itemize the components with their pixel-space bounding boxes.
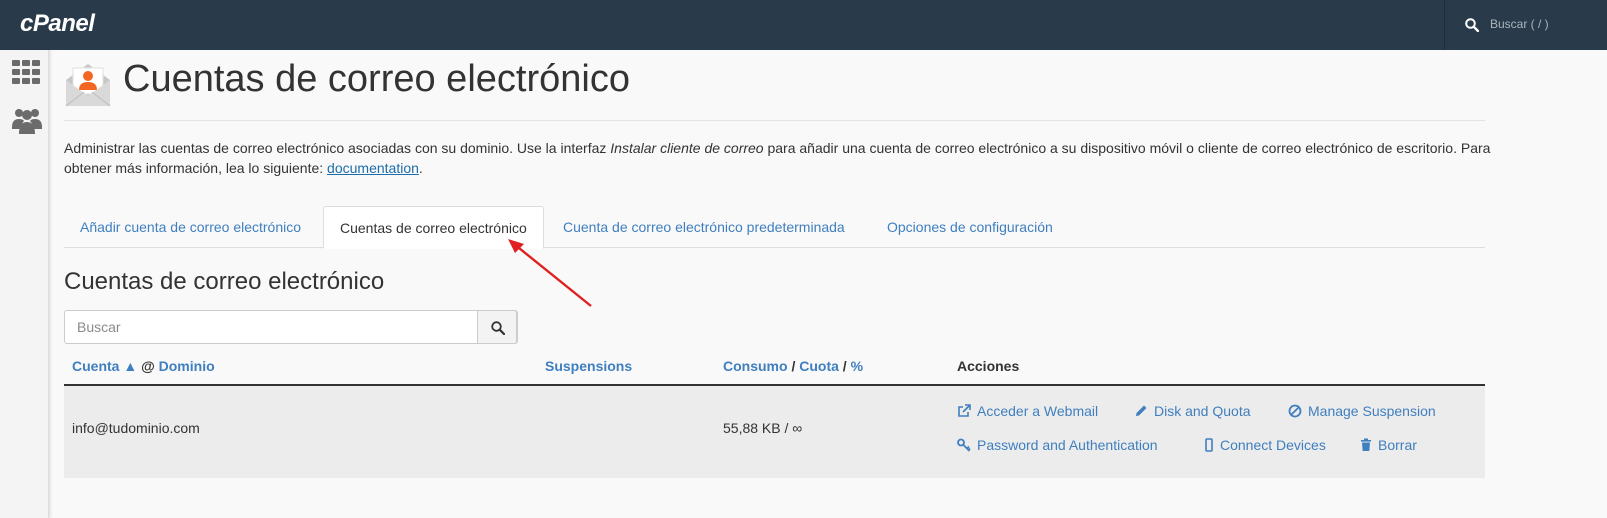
sort-account-link[interactable]: Cuenta	[72, 358, 119, 374]
description-end: .	[418, 160, 423, 176]
mobile-device-icon	[1205, 438, 1213, 452]
access-webmail-label: Acceder a Webmail	[977, 403, 1099, 419]
connect-devices-label: Connect Devices	[1220, 437, 1326, 453]
pencil-icon	[1136, 405, 1147, 416]
account-search	[64, 310, 518, 344]
column-header-usage: Consumo / Cuota / %	[723, 358, 863, 374]
annotation-arrow	[508, 239, 592, 307]
global-search[interactable]: Buscar ( / )	[1444, 0, 1607, 50]
password-authentication-link[interactable]: Password and Authentication	[957, 437, 1158, 453]
tab-configuration-options[interactable]: Opciones de configuración	[871, 206, 1069, 248]
sort-usage-link[interactable]: Consumo	[723, 358, 788, 374]
section-title: Cuentas de correo electrónico	[64, 268, 385, 295]
access-webmail-link[interactable]: Acceder a Webmail	[957, 403, 1098, 419]
tab-bar: Añadir cuenta de correo electrónico Cuen…	[64, 206, 1485, 249]
tab-add-email-account[interactable]: Añadir cuenta de correo electrónico	[64, 206, 317, 248]
account-usage: 55,88 KB / ∞	[723, 420, 803, 436]
manage-suspension-link[interactable]: Manage Suspension	[1288, 403, 1436, 419]
documentation-link[interactable]: documentation	[327, 160, 419, 176]
sort-domain-link[interactable]: Dominio	[159, 358, 215, 374]
sort-percent-link[interactable]: %	[851, 358, 863, 374]
search-icon	[491, 321, 505, 335]
header-divider	[64, 120, 1485, 121]
search-button[interactable]	[477, 310, 517, 344]
top-navbar: cPanel Buscar ( / )	[0, 0, 1607, 50]
external-link-icon	[958, 404, 971, 417]
column-header-account: Cuenta ▲ @ Dominio	[72, 358, 215, 374]
users-icon[interactable]	[12, 105, 42, 135]
sort-quota-link[interactable]: Cuota	[799, 358, 839, 374]
header-separator: /	[791, 358, 796, 374]
account-search-input[interactable]	[65, 311, 477, 343]
column-header-actions: Acciones	[957, 358, 1020, 374]
manage-suspension-label: Manage Suspension	[1308, 403, 1436, 419]
apps-grid-icon[interactable]	[12, 60, 40, 84]
trash-icon	[1361, 438, 1371, 451]
key-icon	[957, 438, 971, 452]
search-icon	[1465, 18, 1479, 32]
cpanel-logo[interactable]: cPanel	[20, 10, 95, 38]
description-italic: Instalar cliente de correo	[610, 140, 764, 156]
password-authentication-label: Password and Authentication	[977, 437, 1158, 453]
header-separator: /	[842, 358, 847, 374]
account-email: info@tudominio.com	[72, 420, 200, 436]
page-title: Cuentas de correo electrónico	[123, 58, 630, 100]
left-sidebar	[0, 50, 49, 518]
at-symbol: @	[141, 358, 155, 374]
disk-quota-label: Disk and Quota	[1154, 403, 1251, 419]
delete-account-label: Borrar	[1378, 437, 1417, 453]
email-accounts-icon	[65, 64, 111, 107]
column-header-suspensions[interactable]: Suspensions	[545, 358, 632, 374]
sort-ascending-icon: ▲	[123, 358, 138, 374]
global-search-placeholder: Buscar ( / )	[1490, 17, 1549, 31]
description-text: Administrar las cuentas de correo electr…	[64, 140, 611, 156]
page-description: Administrar las cuentas de correo electr…	[64, 138, 1494, 178]
delete-account-link[interactable]: Borrar	[1360, 437, 1417, 453]
disk-quota-link[interactable]: Disk and Quota	[1134, 403, 1251, 419]
ban-icon	[1288, 404, 1302, 418]
connect-devices-link[interactable]: Connect Devices	[1204, 437, 1326, 453]
